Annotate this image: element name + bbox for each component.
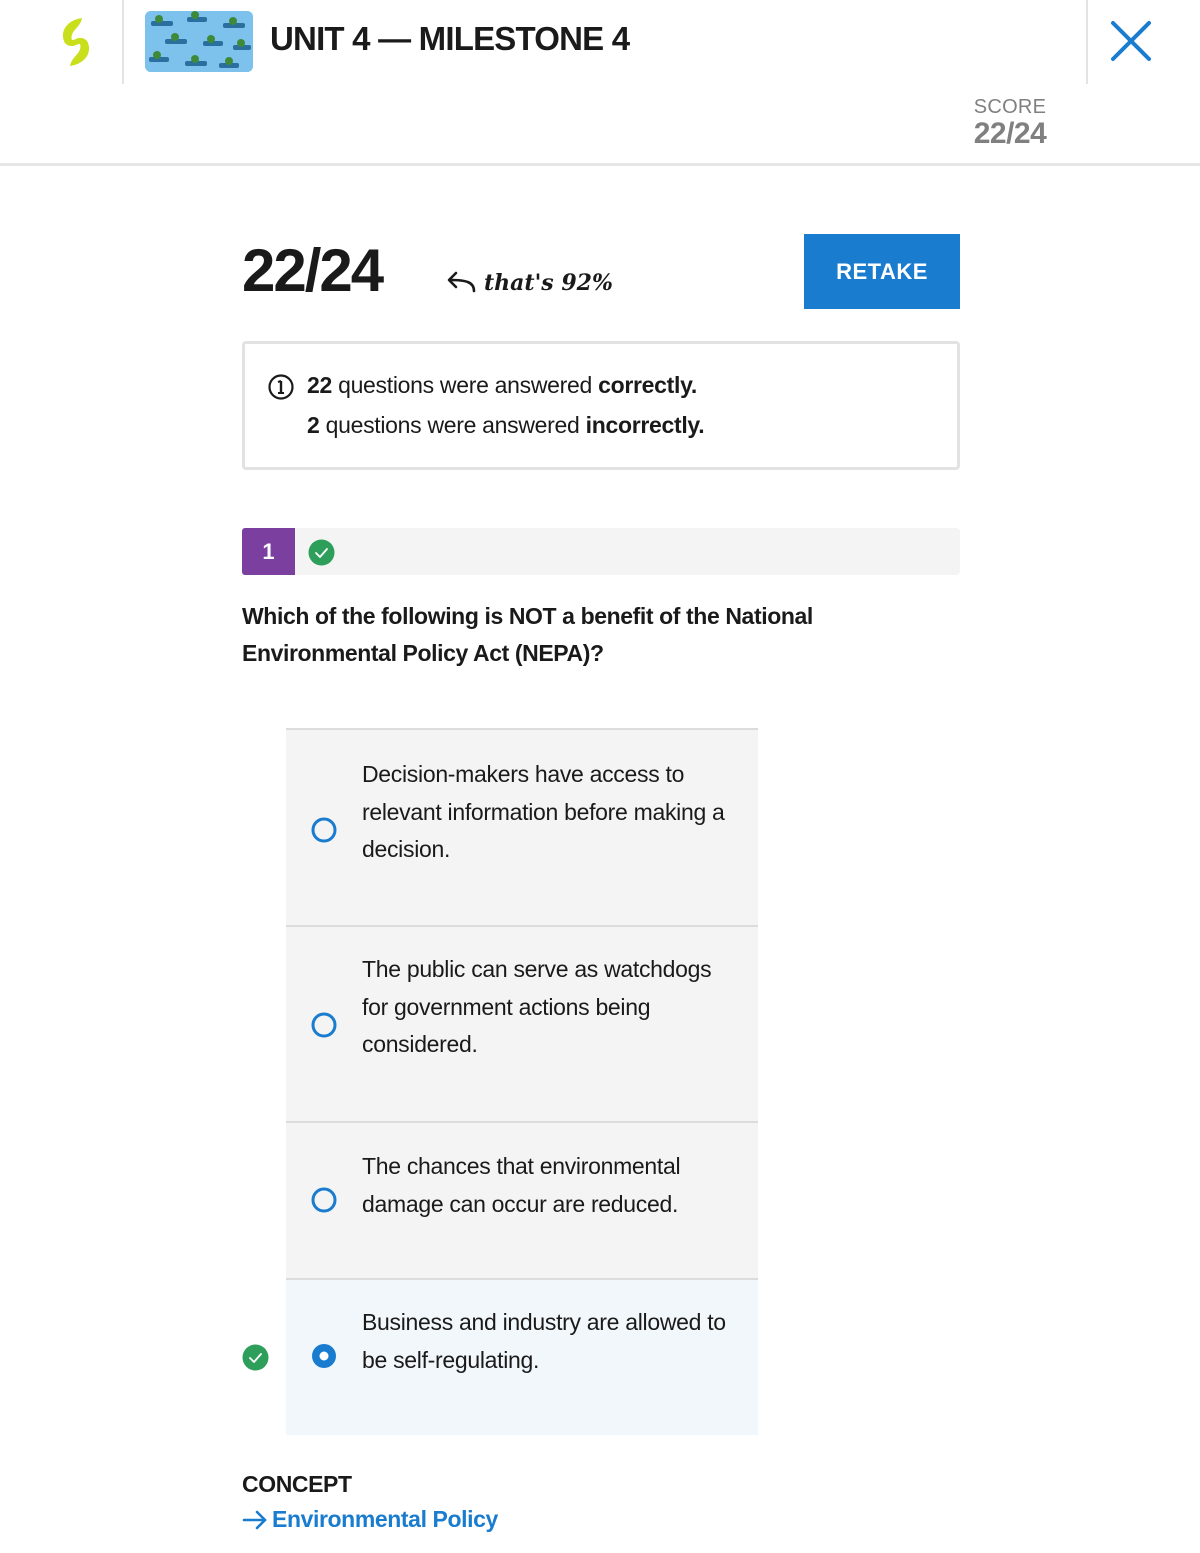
unit-thumbnail (145, 11, 253, 72)
answer-option-2[interactable]: The public can serve as watchdogs for go… (286, 925, 758, 1121)
correct-word: correctly. (598, 372, 697, 398)
answer-option-3[interactable]: The chances that environmental damage ca… (286, 1121, 758, 1278)
arrow-right-icon (242, 1510, 267, 1529)
question-header: 1 (242, 528, 960, 575)
page-title: UNIT 4 — MILESTONE 4 (270, 20, 630, 57)
big-score: 22/24 (242, 237, 384, 304)
incorrect-summary: 2 questions were answered incorrectly. (307, 412, 705, 439)
incorrect-summary-text: questions were answered (325, 412, 580, 438)
percent-note-text: that's 92% (484, 270, 613, 296)
header-divider-left (122, 0, 124, 84)
answer-options: Decision-makers have access to relevant … (286, 728, 758, 1435)
correct-summary-text: questions were answered (338, 372, 592, 398)
incorrect-count: 2 (307, 412, 320, 438)
radio-unselected-icon[interactable] (310, 1011, 338, 1039)
concept-link-text[interactable]: Environmental Policy (272, 1506, 498, 1533)
answer-option-text: Decision-makers have access to relevant … (362, 761, 725, 862)
sophia-logo-icon[interactable] (52, 14, 100, 70)
close-icon[interactable] (1108, 18, 1154, 64)
correct-summary: 22 questions were answered correctly. (307, 372, 697, 399)
header-separator (0, 163, 1200, 166)
concept-label: CONCEPT (242, 1471, 352, 1497)
concept-link[interactable]: Environmental Policy (242, 1506, 498, 1533)
curved-arrow-left-icon (447, 271, 476, 293)
score-label: SCORE (973, 96, 1047, 118)
results-summary: 22 questions were answered correctly. 2 … (242, 341, 960, 470)
answer-option-text: The chances that environmental damage ca… (362, 1153, 681, 1217)
answer-option-4[interactable]: Business and industry are allowed to be … (286, 1278, 758, 1435)
answer-option-text: The public can serve as watchdogs for go… (362, 956, 712, 1057)
retake-button[interactable]: RETAKE (804, 234, 960, 309)
radio-unselected-icon[interactable] (310, 816, 338, 844)
radio-unselected-icon[interactable] (310, 1186, 338, 1214)
correct-check-icon (308, 539, 335, 566)
correct-answer-check-icon (242, 1344, 269, 1371)
top-bar: UNIT 4 — MILESTONE 4 (0, 0, 1200, 84)
score-value: 22/24 (973, 117, 1047, 150)
question-number-badge: 1 (242, 528, 295, 575)
radio-selected-icon[interactable] (310, 1342, 338, 1370)
question-text: Which of the following is NOT a benefit … (242, 603, 813, 666)
correct-count: 22 (307, 372, 332, 398)
incorrect-word: incorrectly. (585, 412, 705, 438)
header-divider-right (1086, 0, 1088, 84)
info-icon (268, 374, 294, 400)
answer-option-text: Business and industry are allowed to be … (362, 1309, 726, 1373)
percent-note: that's 92% (444, 266, 613, 300)
answer-option-1[interactable]: Decision-makers have access to relevant … (286, 728, 758, 925)
